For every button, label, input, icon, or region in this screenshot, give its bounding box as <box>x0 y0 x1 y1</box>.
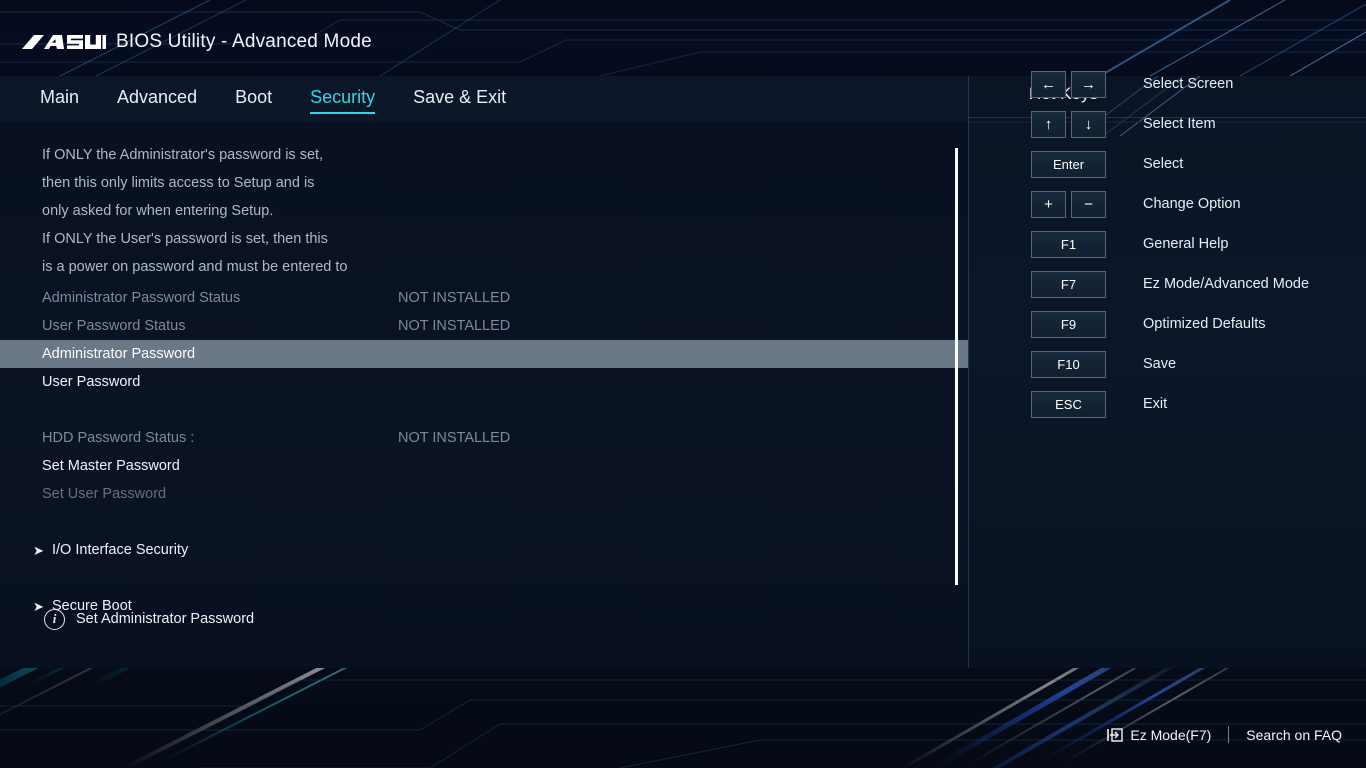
key-cap[interactable]: ← <box>1031 70 1066 98</box>
tab-save-exit[interactable]: Save & Exit <box>413 87 506 112</box>
setting-label: Administrator Password Status <box>42 290 241 306</box>
setting-row-user-password[interactable]: User Password <box>0 368 968 396</box>
key-cap[interactable]: F1 <box>1031 230 1106 258</box>
hotkey-row: Enter Select <box>968 144 1366 184</box>
setting-label: I/O Interface Security <box>52 542 189 558</box>
hotkey-label: Optimized Defaults <box>1143 316 1266 332</box>
search-faq-label: Search on FAQ <box>1246 726 1342 743</box>
hotkey-keys: F1 <box>1031 230 1106 258</box>
hotkey-keys: F9 <box>1031 310 1106 338</box>
ez-mode-label: Ez Mode(F7) <box>1130 726 1212 743</box>
setting-row-administrator-password[interactable]: Administrator Password <box>0 340 968 368</box>
setting-row-i-o-interface-security[interactable]: ➤ I/O Interface Security <box>0 536 968 564</box>
tab-security[interactable]: Security <box>310 87 376 114</box>
setting-row-administrator-password-status[interactable]: Administrator Password Status NOT INSTALL… <box>0 284 968 312</box>
hotkey-row: F7 Ez Mode/Advanced Mode <box>968 264 1366 304</box>
help-line: only asked for when entering Setup. <box>42 203 274 219</box>
scrollbar-thumb[interactable] <box>955 148 958 585</box>
help-description: If ONLY the Administrator's password is … <box>42 141 602 281</box>
bios-screen: BIOS Utility - Advanced Mode Main Advance… <box>0 0 1366 768</box>
hotkeys-list: ← → Select Screen ↑ ↓ Select Item Enter Select +… <box>968 64 1366 424</box>
key-cap[interactable]: ↓ <box>1071 110 1106 138</box>
hotkey-row: F10 Save <box>968 344 1366 384</box>
hotkey-keys: + − <box>1031 190 1106 218</box>
hotkey-keys: ESC <box>1031 390 1106 418</box>
key-cap[interactable]: ESC <box>1031 390 1106 418</box>
key-cap[interactable]: − <box>1071 190 1106 218</box>
setting-label: HDD Password Status : <box>42 430 195 446</box>
setting-row-user-password-status[interactable]: User Password Status NOT INSTALLED <box>0 312 968 340</box>
hotkey-label: Select <box>1143 156 1184 172</box>
footer-actions: Ez Mode(F7) Search on FAQ <box>1107 726 1342 743</box>
row-spacer <box>0 564 968 592</box>
setting-label: Set Master Password <box>42 458 180 474</box>
setting-value: NOT INSTALLED <box>398 290 511 306</box>
setting-row-hdd-password-status[interactable]: HDD Password Status : NOT INSTALLED <box>0 424 968 452</box>
hotkey-keys: Enter <box>1031 150 1106 178</box>
setting-row-set-master-password[interactable]: Set Master Password <box>0 452 968 480</box>
hotkey-label: Select Item <box>1143 116 1216 132</box>
hotkey-keys: ↑ ↓ <box>1031 110 1106 138</box>
info-icon: i <box>44 608 65 630</box>
hotkey-label: Exit <box>1143 396 1168 412</box>
hotkey-row: F9 Optimized Defaults <box>968 304 1366 344</box>
hotkey-row: ← → Select Screen <box>968 64 1366 104</box>
key-cap[interactable]: → <box>1071 70 1106 98</box>
hotkey-label: Select Screen <box>1143 76 1234 92</box>
footer-divider <box>1228 726 1230 743</box>
help-line: If ONLY the Administrator's password is … <box>42 147 324 163</box>
tab-advanced[interactable]: Advanced <box>117 87 197 112</box>
info-text: Set Administrator Password <box>76 611 255 627</box>
info-bar: i Set Administrator Password <box>0 596 968 642</box>
tab-main[interactable]: Main <box>40 87 79 112</box>
tab-boot[interactable]: Boot <box>235 87 272 112</box>
key-cap[interactable]: F10 <box>1031 350 1106 378</box>
ez-mode-icon <box>1107 727 1124 742</box>
setting-label: User Password Status <box>42 318 186 334</box>
hotkey-keys: ← → <box>1031 70 1106 98</box>
hotkey-label: Ez Mode/Advanced Mode <box>1143 276 1310 292</box>
main-navigation: Main Advanced Boot Security Save & Exit <box>40 76 544 122</box>
setting-label: Set User Password <box>42 486 167 502</box>
help-line: is a power on password and must be enter… <box>42 259 348 275</box>
setting-value: NOT INSTALLED <box>398 430 511 446</box>
hotkey-label: Save <box>1143 356 1177 372</box>
asus-logo-icon <box>22 35 106 49</box>
page-title: BIOS Utility - Advanced Mode <box>116 31 372 52</box>
asus-logo <box>22 30 106 54</box>
key-cap[interactable]: F9 <box>1031 310 1106 338</box>
help-line: If ONLY the User's password is set, then… <box>42 231 328 247</box>
hotkey-row: ESC Exit <box>968 384 1366 424</box>
key-cap[interactable]: + <box>1031 190 1066 218</box>
key-cap[interactable]: F7 <box>1031 270 1106 298</box>
hotkey-row: F1 General Help <box>968 224 1366 264</box>
help-line: then this only limits access to Setup an… <box>42 175 315 191</box>
hotkey-label: General Help <box>1143 236 1229 252</box>
hotkey-keys: F10 <box>1031 350 1106 378</box>
setting-label: Administrator Password <box>42 346 196 362</box>
ez-mode-button[interactable]: Ez Mode(F7) <box>1107 727 1211 743</box>
hotkey-row: ↑ ↓ Select Item <box>968 104 1366 144</box>
row-spacer <box>0 508 968 536</box>
key-cap[interactable]: Enter <box>1031 150 1106 178</box>
setting-row-set-user-password[interactable]: Set User Password <box>0 480 968 508</box>
setting-label: User Password <box>42 374 141 390</box>
hotkey-label: Change Option <box>1143 196 1241 212</box>
setting-value: NOT INSTALLED <box>398 318 511 334</box>
hotkey-row: + − Change Option <box>968 184 1366 224</box>
row-spacer <box>0 396 968 424</box>
search-faq-button[interactable]: Search on FAQ <box>1246 727 1342 743</box>
settings-list: Administrator Password Status NOT INSTALL… <box>0 284 968 620</box>
key-cap[interactable]: ↑ <box>1031 110 1066 138</box>
hotkey-keys: F7 <box>1031 270 1106 298</box>
